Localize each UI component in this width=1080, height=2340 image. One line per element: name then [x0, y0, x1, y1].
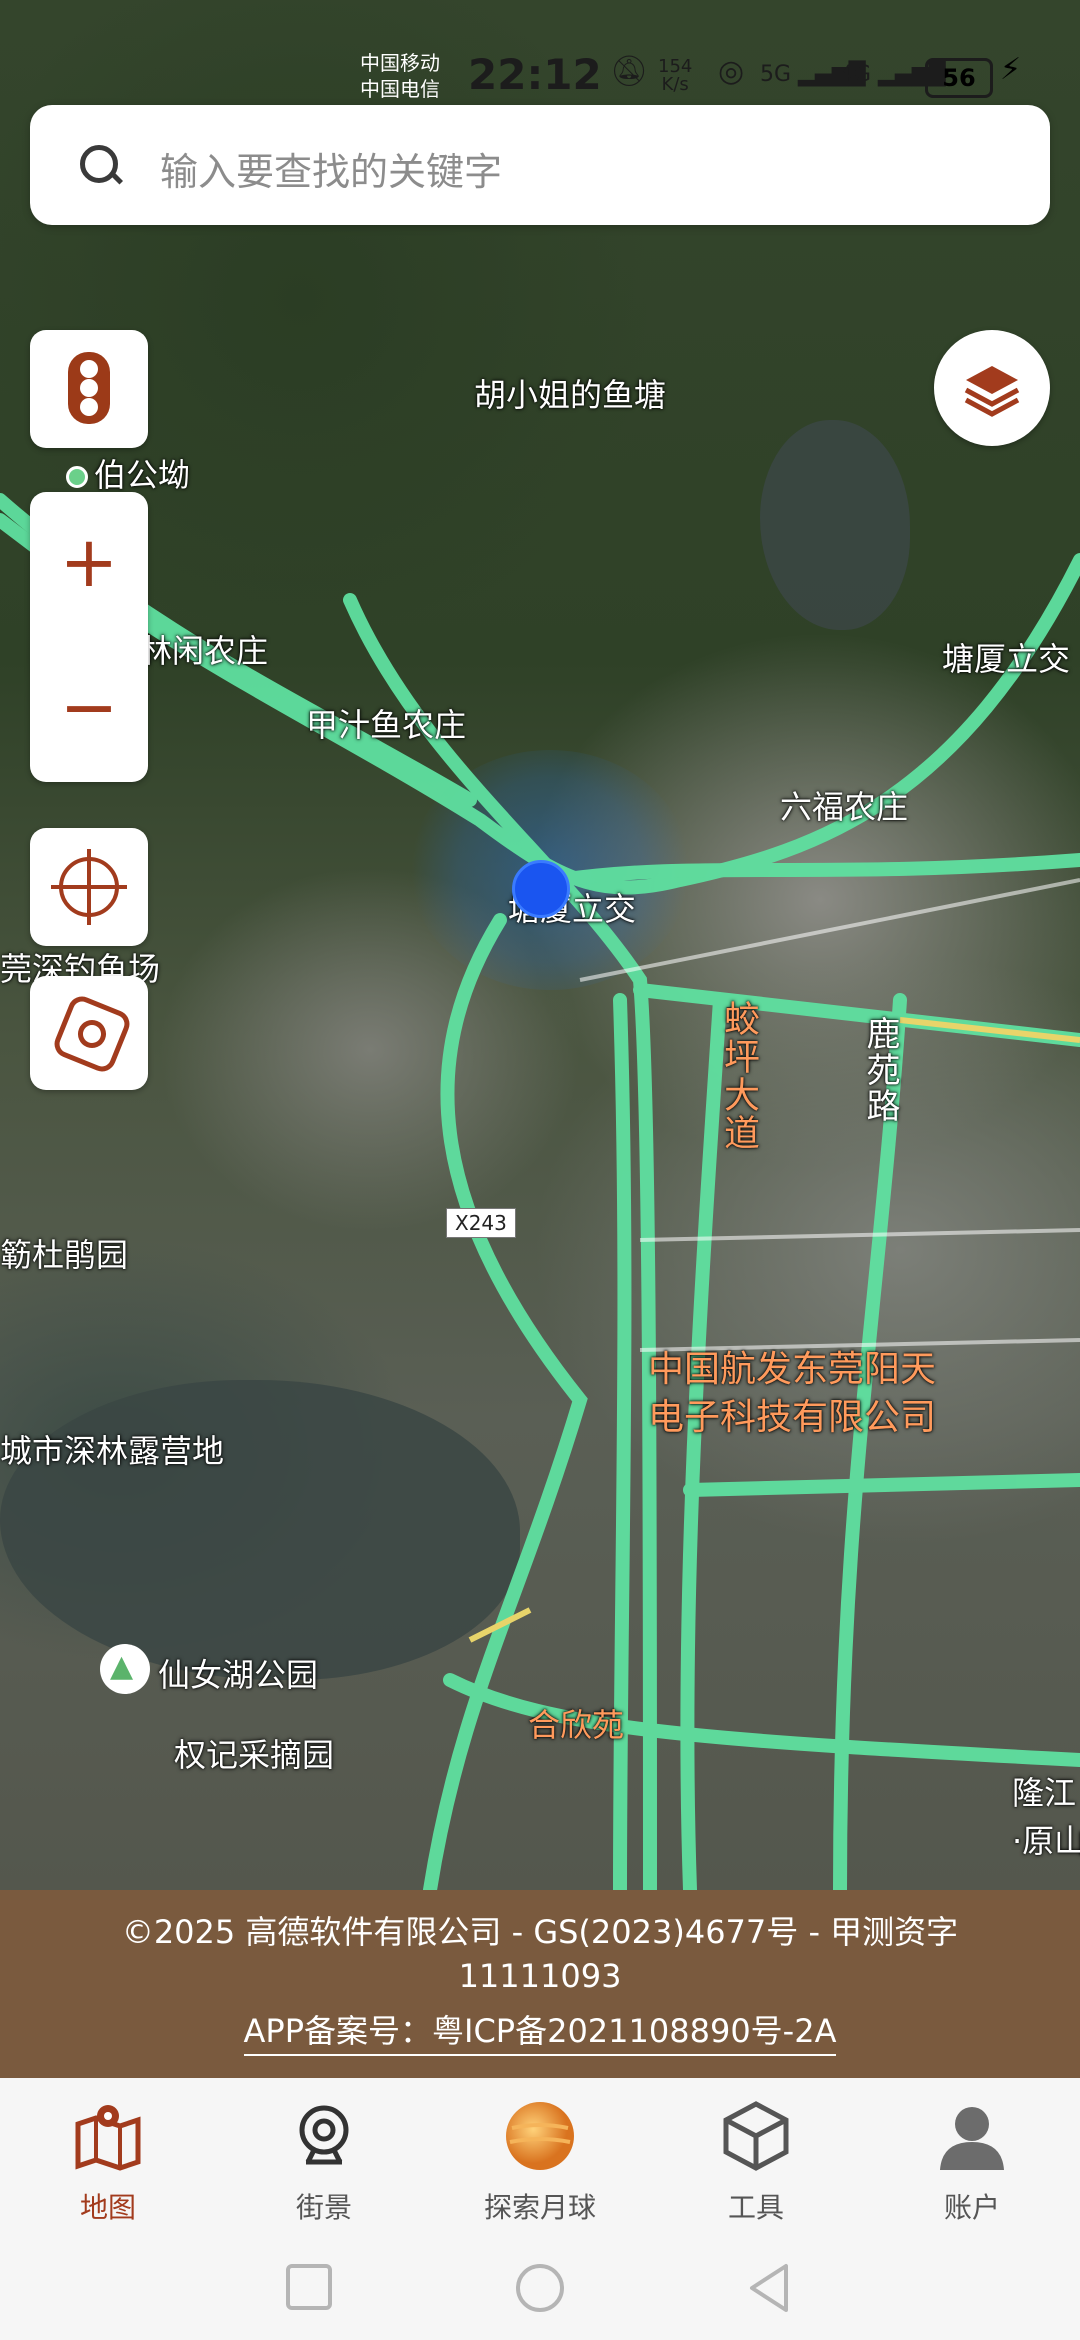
tab-tools[interactable]: 工具: [648, 2088, 864, 2228]
traffic-toggle-button[interactable]: [30, 330, 148, 448]
map-label-camp[interactable]: 城市深林露营地: [0, 1426, 224, 1472]
recent-apps-button[interactable]: [284, 2262, 334, 2312]
clock: 22:12: [468, 50, 602, 99]
park-icon: [100, 1644, 150, 1694]
gear-icon: [50, 992, 134, 1076]
tab-explore-moon[interactable]: 探索月球: [432, 2088, 648, 2228]
street-view-icon: [299, 2105, 349, 2165]
map-label-liufu[interactable]: 六福农庄: [780, 782, 908, 828]
tab-street-view[interactable]: 街景: [216, 2088, 432, 2228]
network-speed: 154 K/s: [658, 58, 692, 94]
map-label-tangxia-right[interactable]: 塘厦立交: [942, 634, 1070, 680]
map-layers-button[interactable]: [934, 330, 1050, 446]
bottom-tab-bar: 地图 街景 探索月球 工具 账户: [0, 2078, 1080, 2228]
map-label-hexin[interactable]: 合欣苑: [528, 1700, 624, 1746]
map-label-company-1[interactable]: 中国航发东莞阳天: [648, 1340, 936, 1392]
net-speed-unit: K/s: [661, 74, 689, 95]
map-label-yuan[interactable]: ·原山: [1012, 1816, 1080, 1862]
tab-street-view-label: 街景: [295, 2191, 352, 2224]
map-label-xiannvhu[interactable]: 仙女湖公园: [158, 1650, 318, 1696]
search-input[interactable]: 输入要查找的关键字: [160, 141, 502, 196]
crosshair-icon: [51, 849, 127, 925]
map-label-company-2[interactable]: 电子科技有限公司: [648, 1388, 936, 1440]
traffic-light-icon: [68, 352, 110, 424]
satellite-map[interactable]: 胡小姐的鱼塘 伯公坳 林闲农庄 塘厦立交 甲汁鱼农庄 六福农庄 塘厦立交 莞深钓…: [0, 0, 1080, 1890]
map-label-dujuan[interactable]: 簕杜鹃园: [0, 1230, 128, 1276]
map-label-luyuan-road[interactable]: 鹿苑路: [856, 1016, 905, 1124]
carrier-2: 中国电信: [360, 77, 440, 101]
locate-me-button[interactable]: [30, 828, 148, 946]
system-navigation-bar: [0, 2228, 1080, 2340]
map-label-jiaoping-road[interactable]: 蛟坪大道: [712, 1000, 764, 1152]
map-label-quanji[interactable]: 权记采摘园: [174, 1730, 334, 1776]
route-shield: X243: [446, 1208, 516, 1238]
mute-icon: 🔕︎: [610, 54, 649, 89]
search-bar[interactable]: 输入要查找的关键字: [30, 105, 1050, 225]
hotspot-icon: ◎: [718, 54, 745, 89]
home-button[interactable]: [514, 2262, 566, 2314]
account-icon: [940, 2107, 1004, 2170]
icp-link[interactable]: APP备案号：粤ICP备2021108890号-2A: [0, 2006, 1080, 2056]
cube-icon: [723, 2101, 789, 2171]
tab-tools-label: 工具: [727, 2191, 784, 2224]
moon-icon: [506, 2102, 574, 2170]
settings-button[interactable]: [30, 976, 148, 1090]
carrier-1: 中国移动: [360, 51, 440, 75]
tab-account[interactable]: 账户: [864, 2088, 1080, 2228]
battery-icon: 56: [925, 58, 993, 98]
zoom-out-button[interactable]: −: [30, 637, 148, 777]
road-network: [0, 493, 1080, 1890]
copyright-text: ©2025 高德软件有限公司 - GS(2023)4677号 - 甲测资字111…: [121, 1913, 959, 1995]
copyright-banner: ©2025 高德软件有限公司 - GS(2023)4677号 - 甲测资字111…: [0, 1890, 1080, 2078]
current-location-dot: [512, 860, 570, 918]
map-label-bogong[interactable]: 伯公坳: [66, 450, 190, 496]
map-icon: [75, 2105, 141, 2171]
layers-icon: [964, 366, 1020, 417]
back-button[interactable]: [746, 2262, 792, 2314]
search-icon: [80, 145, 118, 183]
map-label-fish-pond[interactable]: 胡小姐的鱼塘: [474, 370, 666, 416]
tab-explore-moon-label: 探索月球: [483, 2191, 596, 2224]
tab-account-label: 账户: [943, 2191, 1000, 2224]
map-label-linxian[interactable]: 林闲农庄: [140, 626, 268, 672]
zoom-in-button[interactable]: +: [30, 492, 148, 632]
tab-map-label: 地图: [79, 2191, 136, 2224]
map-label-longjiang[interactable]: 隆江: [1012, 1768, 1076, 1814]
carrier-info: 中国移动 中国电信: [360, 50, 440, 102]
tab-map[interactable]: 地图: [0, 2088, 216, 2228]
charging-icon: ⚡: [1000, 52, 1022, 87]
icp-link-text[interactable]: APP备案号：粤ICP备2021108890号-2A: [243, 2012, 837, 2056]
map-label-jiazhi[interactable]: 甲汁鱼农庄: [306, 700, 466, 746]
zoom-control: + −: [30, 492, 148, 782]
poi-marker-icon: [66, 466, 88, 488]
